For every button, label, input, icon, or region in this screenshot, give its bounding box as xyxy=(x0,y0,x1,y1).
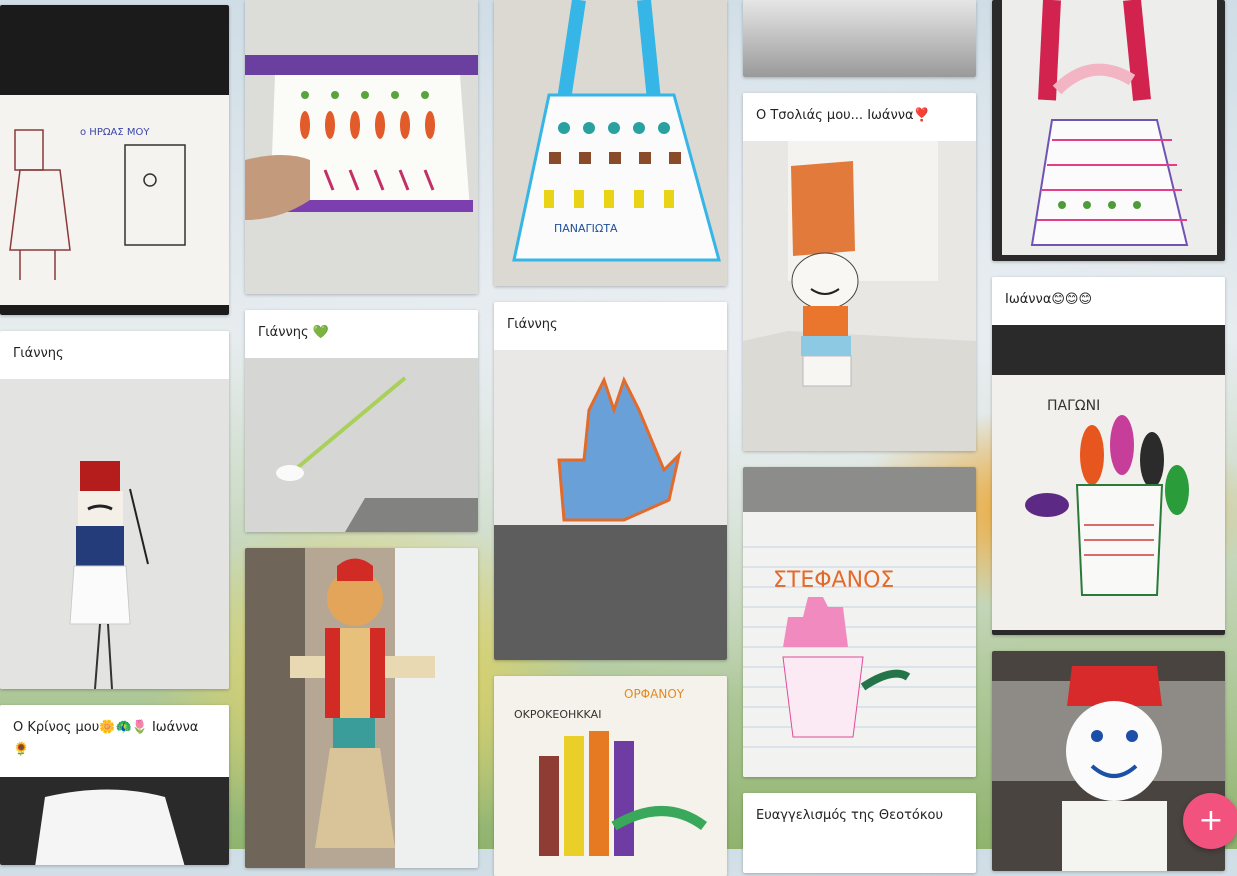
post-caption: Γιάννης 💚 xyxy=(245,310,478,358)
post-caption: Γιάννης xyxy=(0,331,229,379)
post-image-gray-photo xyxy=(743,0,976,77)
post-card-krinos[interactable]: Ο Κρίνος μου🌼🦚🌷 Ιωάννα 🌻 xyxy=(0,705,229,865)
post-image-pagoni: ΠΑΓΩΝΙ xyxy=(992,325,1225,635)
post-image-vest-drawing xyxy=(245,0,478,294)
post-card-tsolias[interactable]: Ο Τσολιάς μου... Ιωάννα❣️ xyxy=(743,93,976,451)
post-card-panagiota[interactable]: ΠΑΝΑΓΙΩΤΑ xyxy=(494,0,727,286)
post-image-bag-drawing xyxy=(992,0,1225,261)
drawing-text-okrokeo: ΟΚΡΟΚΕΟΗΚΚΑΙ xyxy=(514,708,601,721)
drawing-text-stefanos: ΣΤΕΦΑΝΟΣ xyxy=(773,568,894,593)
post-card-giannis-2[interactable]: Γιάννης xyxy=(494,302,727,660)
post-image-stefanos: ΣΤΕΦΑΝΟΣ xyxy=(743,467,976,777)
drawing-text-heroes: ο ΗΡΩΑΣ ΜΟΥ xyxy=(80,127,150,138)
post-image-panagiota: ΠΑΝΑΓΙΩΤΑ xyxy=(494,0,727,286)
post-caption: Γιάννης xyxy=(494,302,727,350)
post-card-bag-drawing[interactable] xyxy=(992,0,1225,261)
post-card-giannis-1[interactable]: Γιάννης xyxy=(0,331,229,689)
add-post-button[interactable]: + xyxy=(1183,793,1237,849)
drawing-text-orfanou: ΟΡΦΑΝΟΥ xyxy=(624,687,685,701)
post-card-evangelismos[interactable]: Ευαγγελισμός της Θεοτόκου xyxy=(743,793,976,873)
post-caption: Ο Κρίνος μου🌼🦚🌷 Ιωάννα 🌻 xyxy=(0,705,229,777)
post-card-ioanna[interactable]: Ιωάννα😊😊😊 ΠΑΓΩΝΙ xyxy=(992,277,1225,635)
post-image-hand-drawing xyxy=(494,350,727,660)
drawing-text-panagiota: ΠΑΝΑΓΙΩΤΑ xyxy=(554,222,618,235)
post-caption: Ιωάννα😊😊😊 xyxy=(992,277,1225,325)
post-card-stefanos[interactable]: ΣΤΕΦΑΝΟΣ xyxy=(743,467,976,777)
post-image-heroes-drawing: ο ΗΡΩΑΣ ΜΟΥ xyxy=(0,5,229,315)
post-image-krinos xyxy=(0,777,229,865)
post-caption: Ευαγγελισμός της Θεοτόκου xyxy=(743,793,976,841)
post-card-heroes-drawing[interactable]: ο ΗΡΩΑΣ ΜΟΥ xyxy=(0,5,229,315)
post-card-vest-drawing[interactable] xyxy=(245,0,478,294)
post-caption: Ο Τσολιάς μου... Ιωάννα❣️ xyxy=(743,93,976,141)
post-image-green-stick xyxy=(245,358,478,532)
post-card-giannis-heart[interactable]: Γιάννης 💚 xyxy=(245,310,478,532)
post-image-orfanou: ΟΡΦΑΝΟΥ ΟΚΡΟΚΕΟΗΚΚΑΙ xyxy=(494,676,727,876)
post-image-tsolias-doll xyxy=(743,141,976,451)
post-card-gray-photo[interactable] xyxy=(743,0,976,77)
post-image-puppet xyxy=(245,548,478,868)
post-card-orfanou[interactable]: ΟΡΦΑΝΟΥ ΟΚΡΟΚΕΟΗΚΚΑΙ xyxy=(494,676,727,876)
post-card-puppet[interactable] xyxy=(245,548,478,868)
drawing-text-pagoni: ΠΑΓΩΝΙ xyxy=(1047,398,1100,414)
post-image-tsolias-roll xyxy=(0,379,229,689)
